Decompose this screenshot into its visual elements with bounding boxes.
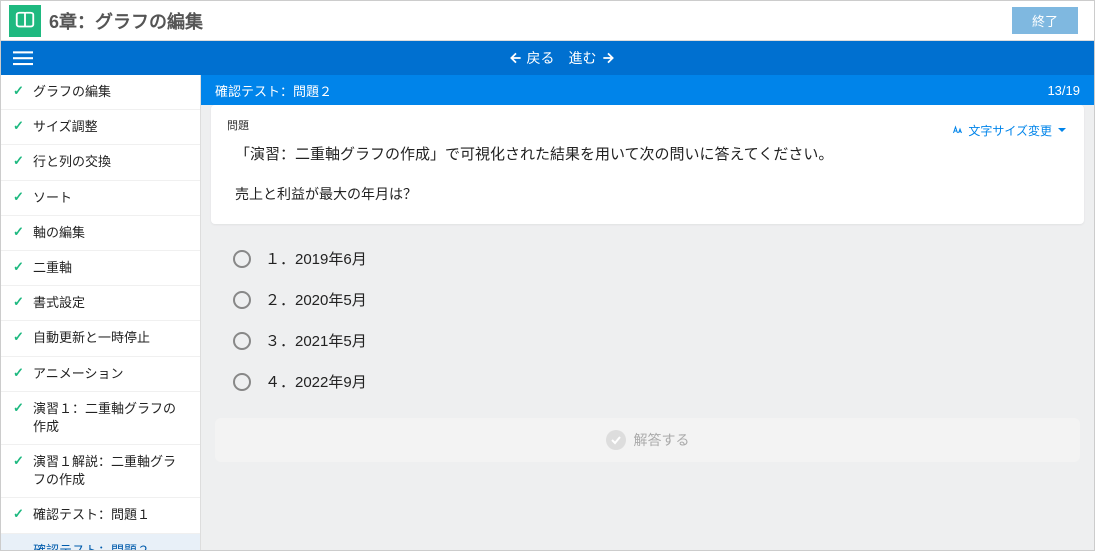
option[interactable]: １．2019年6月 xyxy=(227,238,1068,279)
sidebar-item-label: 自動更新と一時停止 xyxy=(33,329,150,347)
subheader-title: 確認テスト：問題２ xyxy=(215,81,1047,100)
sidebar-item-label: 確認テスト：問題１ xyxy=(33,506,150,524)
sidebar-item[interactable]: ✓ 軸の編集 xyxy=(1,216,200,251)
subheader: 確認テスト：問題２ 13/19 xyxy=(201,75,1094,105)
sidebar-item-label: サイズ調整 xyxy=(33,118,98,136)
radio-icon xyxy=(233,250,251,268)
progress-count: 13/19 xyxy=(1047,83,1080,98)
sidebar-item-label: 演習１解説：二重軸グラフの作成 xyxy=(33,453,188,489)
submit-button[interactable]: 解答する xyxy=(215,418,1080,462)
check-icon: ✓ xyxy=(13,224,27,240)
option-label: １．2019年6月 xyxy=(265,248,367,269)
arrow-left-icon xyxy=(509,51,523,65)
check-icon xyxy=(606,430,626,450)
book-icon xyxy=(9,5,41,37)
question-label: 問題 xyxy=(227,117,249,133)
nav-forward-label: 進む xyxy=(569,48,597,68)
check-icon: ✓ xyxy=(13,329,27,345)
sidebar-item[interactable]: ✓ 自動更新と一時停止 xyxy=(1,321,200,356)
sidebar-item-label: アニメーション xyxy=(33,365,123,383)
check-icon: ✓ xyxy=(13,506,27,522)
check-icon: ✓ xyxy=(13,365,27,381)
check-icon: ✓ xyxy=(13,400,27,416)
submit-label: 解答する xyxy=(634,430,690,450)
nav-forward-button[interactable]: 進む xyxy=(569,48,615,68)
sidebar-item[interactable]: ✓ アニメーション xyxy=(1,357,200,392)
text-size-icon xyxy=(952,124,964,136)
sidebar-item-label: 軸の編集 xyxy=(33,224,85,242)
check-icon: ✓ xyxy=(13,153,27,169)
sidebar-item[interactable]: ✓ 確認テスト：問題１ xyxy=(1,498,200,533)
sidebar-item-label: 確認テスト：問題２ xyxy=(33,542,150,550)
sidebar: ✓ グラフの編集 ✓ サイズ調整 ✓ 行と列の交換 ✓ ソート ✓ 軸の編集 ✓ 二重軸 ✓ 書式設定 ✓ 自… xyxy=(1,75,201,550)
sidebar-item-label: グラフの編集 xyxy=(33,83,111,101)
arrow-right-icon xyxy=(601,51,615,65)
sidebar-item[interactable]: ✓ 二重軸 xyxy=(1,251,200,286)
sidebar-item[interactable]: ✓ サイズ調整 xyxy=(1,110,200,145)
option-label: ２．2020年5月 xyxy=(265,289,367,310)
main: 確認テスト：問題２ 13/19 問題 文字サイズ変更 「演習：二重軸グラフの作成… xyxy=(201,75,1094,550)
exit-button[interactable]: 終了 xyxy=(1012,7,1078,34)
check-icon: ✓ xyxy=(13,189,27,205)
check-icon: ✓ xyxy=(13,453,27,469)
page-title: 6章：グラフの編集 xyxy=(49,8,1012,34)
sidebar-item-label: ソート xyxy=(33,189,72,207)
sidebar-item[interactable]: ✓ 演習１：二重軸グラフの作成 xyxy=(1,392,200,445)
sidebar-item-label: 演習１：二重軸グラフの作成 xyxy=(33,400,188,436)
text-size-label: 文字サイズ変更 xyxy=(968,122,1052,139)
check-icon: ✓ xyxy=(13,83,27,99)
option[interactable]: ２．2020年5月 xyxy=(227,279,1068,320)
option-label: ４．2022年9月 xyxy=(265,371,367,392)
sub-question: 売上と利益が最大の年月は？ xyxy=(235,184,1068,204)
sidebar-item-label: 二重軸 xyxy=(33,259,72,277)
option[interactable]: ３．2021年5月 xyxy=(227,320,1068,361)
radio-icon xyxy=(233,332,251,350)
sidebar-item[interactable]: ✓ 書式設定 xyxy=(1,286,200,321)
sidebar-item[interactable]: ✓ グラフの編集 xyxy=(1,75,200,110)
question-card: 問題 文字サイズ変更 「演習：二重軸グラフの作成」で可視化された結果を用いて次の… xyxy=(211,105,1084,224)
app-header: 6章：グラフの編集 終了 xyxy=(1,1,1094,41)
check-icon: ✓ xyxy=(13,294,27,310)
option-label: ３．2021年5月 xyxy=(265,330,367,351)
radio-icon xyxy=(233,291,251,309)
content: 問題 文字サイズ変更 「演習：二重軸グラフの作成」で可視化された結果を用いて次の… xyxy=(201,105,1094,550)
container: ✓ グラフの編集 ✓ サイズ調整 ✓ 行と列の交換 ✓ ソート ✓ 軸の編集 ✓ 二重軸 ✓ 書式設定 ✓ 自… xyxy=(1,75,1094,550)
question-text: 「演習：二重軸グラフの作成」で可視化された結果を用いて次の問いに答えてください。 xyxy=(235,143,1068,164)
hamburger-icon[interactable] xyxy=(13,48,33,68)
nav-back-label: 戻る xyxy=(527,48,555,68)
option[interactable]: ４．2022年9月 xyxy=(227,361,1068,402)
sidebar-item-label: 行と列の交換 xyxy=(33,153,111,171)
radio-icon xyxy=(233,373,251,391)
sidebar-item[interactable]: ✓ ソート xyxy=(1,181,200,216)
sidebar-item-label: 書式設定 xyxy=(33,294,85,312)
text-size-button[interactable]: 文字サイズ変更 xyxy=(952,122,1068,139)
sidebar-item[interactable]: 確認テスト：問題２ xyxy=(1,534,200,550)
sidebar-item[interactable]: ✓ 演習１解説：二重軸グラフの作成 xyxy=(1,445,200,498)
options-list: １．2019年6月 ２．2020年5月 ３．2021年5月 ４．2022年9月 xyxy=(211,238,1084,412)
navbar: 戻る 進む xyxy=(1,41,1094,75)
nav-back-button[interactable]: 戻る xyxy=(509,48,555,68)
chevron-down-icon xyxy=(1056,124,1068,136)
check-icon: ✓ xyxy=(13,118,27,134)
sidebar-item[interactable]: ✓ 行と列の交換 xyxy=(1,145,200,180)
check-icon: ✓ xyxy=(13,259,27,275)
nav-center: 戻る 進む xyxy=(41,48,1082,68)
